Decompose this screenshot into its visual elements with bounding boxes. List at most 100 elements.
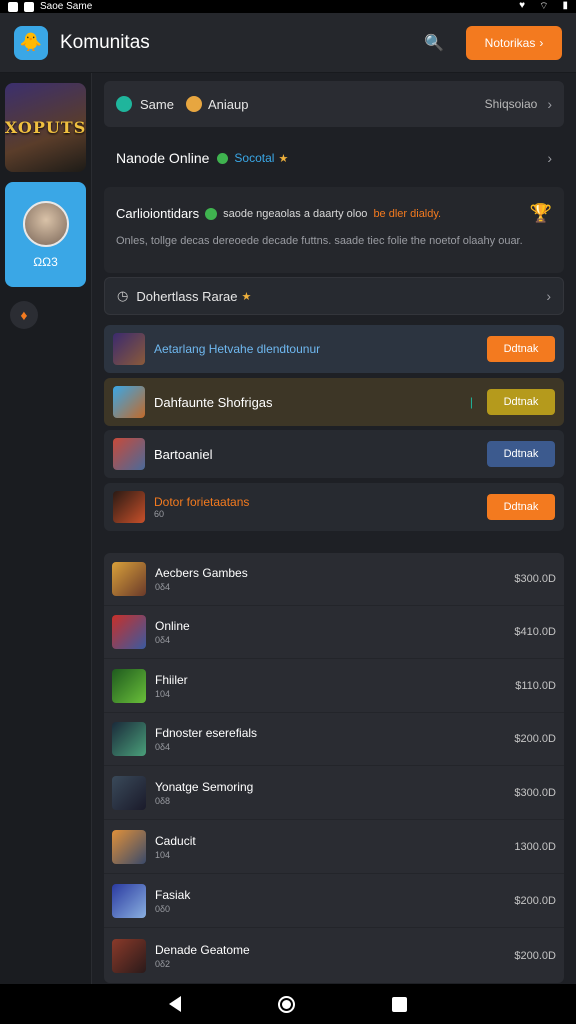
friends-row[interactable]: Same Aniaup Shiqsoiao ›: [104, 81, 564, 127]
settings-icon: [24, 1, 34, 12]
chevron-right-icon: ›: [547, 150, 552, 166]
online-row[interactable]: Nanode Online Socotal ★ ›: [104, 135, 564, 181]
game-thumbnail: [112, 562, 146, 596]
game-name: Online: [155, 619, 190, 633]
promo-row[interactable]: Dotor forietaatans 60 Ddtnak: [104, 483, 564, 531]
game-name: Fhiiler: [155, 673, 188, 687]
star-icon: ★: [241, 290, 252, 303]
game-thumbnail: [112, 615, 146, 649]
game-sub: 0δ4: [155, 582, 171, 592]
featured-highlight: be dler dialdy.: [373, 207, 442, 220]
online-title: Nanode Online: [116, 150, 210, 166]
list-item[interactable]: Aecbers Gambes 0δ4 $300.0D: [104, 553, 564, 606]
game-sub: 0δ2: [155, 958, 171, 969]
game-status-icon: [116, 96, 132, 112]
game-thumbnail: [112, 722, 146, 756]
row-value: Shiqsoiao: [484, 97, 538, 111]
list-item[interactable]: Yonatge Semoring 0δ8 $300.0D: [104, 767, 564, 820]
promo-row[interactable]: Bartoaniel Ddtnak: [104, 430, 564, 478]
promo-title: Dahfaunte Shofrigas: [154, 394, 273, 410]
game-sub: 0δ4: [155, 742, 171, 752]
promo-title: Dotor forietaatans: [154, 495, 250, 509]
game-price: $410.0D: [514, 626, 556, 638]
list-item[interactable]: Fasiak 0δ0 $200.0D: [104, 875, 564, 928]
game-name: Fasiak: [155, 888, 191, 902]
online-subtitle: Socotal: [234, 151, 275, 165]
promo-thumbnail: [113, 386, 145, 418]
game-price: 1300.0D: [514, 841, 556, 853]
game-thumbnail: [112, 938, 146, 973]
home-icon[interactable]: [277, 995, 295, 1013]
chevron-right-icon: ›: [539, 35, 544, 50]
game-list: Aecbers Gambes 0δ4 $300.0D Online 0δ4 $410…: [104, 553, 564, 983]
list-item[interactable]: Denade Geatome 0δ2 $200.0D: [104, 929, 564, 982]
promo-thumbnail: [113, 333, 145, 365]
game-sub: 104: [155, 850, 171, 860]
game-thumbnail: [112, 669, 146, 703]
status-bar: Saoe Same ♥ ⌔ ▮: [0, 0, 576, 13]
notification-icon: [8, 1, 18, 12]
game-price: $200.0D: [514, 949, 556, 962]
side-rail: XOPUTS ΩΩ3 ♦: [0, 73, 92, 984]
rail-game-card[interactable]: XOPUTS: [5, 83, 86, 172]
game-price: $200.0D: [514, 733, 556, 745]
notifications-button[interactable]: Notorikas ›: [466, 25, 562, 60]
promo-title: Bartoaniel: [154, 446, 213, 462]
promo-subtitle: 60: [154, 509, 165, 519]
search-icon[interactable]: 🔍: [424, 33, 444, 53]
promo-action-button[interactable]: Ddtnak: [487, 389, 555, 415]
game-price: $110.0D: [515, 680, 556, 692]
game-name: Caducit: [155, 834, 196, 848]
online-indicator-icon: [217, 152, 229, 164]
promo-action-button[interactable]: Ddtnak: [487, 441, 555, 467]
promo-action-button[interactable]: Ddtnak: [487, 494, 555, 520]
system-nav-bar: [0, 984, 576, 1024]
fire-icon[interactable]: ♦: [10, 301, 38, 329]
chevron-right-icon: ›: [546, 288, 551, 304]
list-item[interactable]: Online 0δ4 $410.0D: [104, 606, 564, 659]
divider-icon: |: [469, 395, 473, 409]
game-thumbnail: [112, 884, 146, 918]
promo-row[interactable]: Dahfaunte Shofrigas | Ddtnak: [104, 378, 564, 426]
page-title: Komunitas: [60, 31, 150, 53]
avatar: [22, 200, 69, 247]
row-label: Same: [140, 96, 174, 112]
game-name: Fdnoster eserefials: [155, 726, 258, 740]
rail-avatar-card[interactable]: ΩΩ3: [5, 182, 86, 287]
list-item[interactable]: Caducit 104 1300.0D: [104, 821, 564, 874]
featured-title: Carlioiontidars: [116, 206, 200, 221]
game-name: Yonatge Semoring: [155, 780, 254, 794]
avatar-badge: ΩΩ3: [33, 254, 58, 269]
promo-thumbnail: [113, 438, 145, 470]
online-indicator-icon: [205, 207, 218, 220]
game-sub: 0δ0: [155, 904, 171, 914]
game-thumbnail: [112, 830, 146, 864]
promo-title: Aetarlang Hetvahe dlendtounur: [154, 342, 321, 356]
recents-icon[interactable]: [392, 996, 408, 1012]
game-name: Aecbers Gambes: [155, 566, 248, 580]
signal-icon: ♥: [519, 0, 526, 11]
top-app-bar: 🐥 Komunitas 🔍 Notorikas ›: [0, 13, 576, 73]
battery-icon: ▮: [562, 0, 568, 11]
wifi-icon: ⌔: [539, 1, 549, 12]
list-item[interactable]: Fdnoster eserefials 0δ4 $200.0D: [104, 713, 564, 766]
row-label-b: Aniaup: [207, 96, 249, 112]
game-name: Denade Geatome: [155, 942, 250, 957]
game-sub: 104: [155, 689, 171, 699]
promo-action-button[interactable]: Ddtnak: [487, 336, 555, 362]
featured-headline: saode ngeaolas a daarty oloo: [223, 207, 368, 220]
user-avatar-icon: [185, 96, 202, 112]
app-logo-icon: 🐥: [14, 25, 48, 60]
filter-row[interactable]: ◷ Dohertlass Rarae ★ ›: [104, 277, 564, 315]
game-card-title: XOPUTS: [5, 118, 86, 137]
filter-label: Dohertlass Rarae: [136, 288, 238, 304]
list-item[interactable]: Fhiiler 104 $110.0D: [104, 660, 564, 713]
status-app-name: Saoe Same: [40, 1, 93, 12]
game-price: $300.0D: [514, 787, 556, 799]
game-sub: 0δ4: [155, 635, 171, 645]
back-icon[interactable]: [168, 996, 181, 1012]
trophy-icon: 🏆: [529, 203, 552, 223]
promo-thumbnail: [113, 491, 145, 523]
promo-row[interactable]: Aetarlang Hetvahe dlendtounur Ddtnak: [104, 325, 564, 373]
featured-card[interactable]: Carlioiontidars saode ngeaolas a daarty …: [104, 187, 564, 273]
